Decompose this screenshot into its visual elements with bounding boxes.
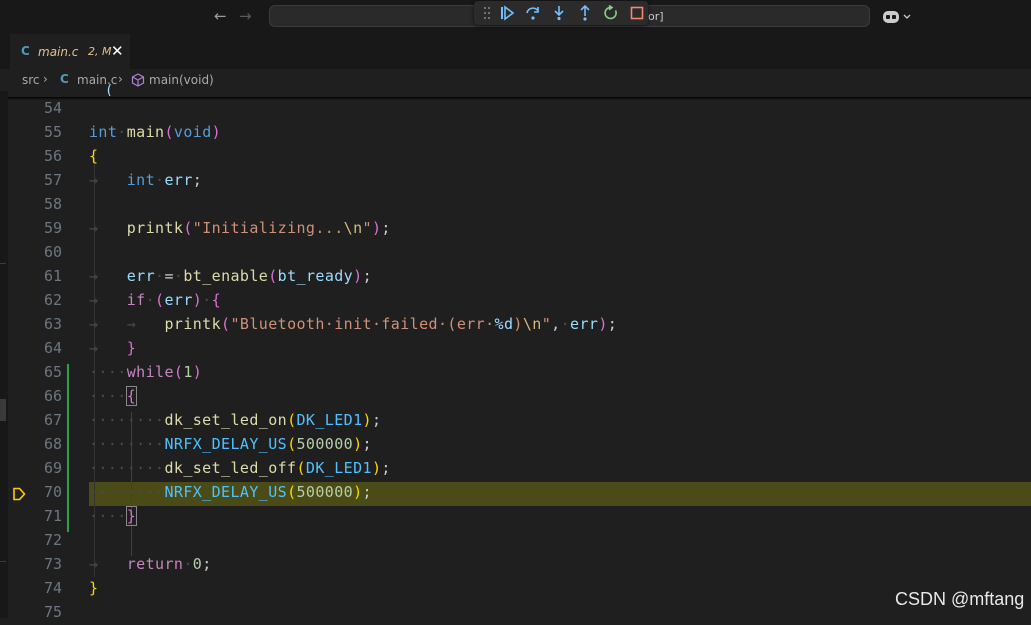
symbol-method-icon — [131, 73, 145, 87]
code-line[interactable]: 54 — [8, 97, 1031, 121]
code-text: ········dk_set_led_on(DK_LED1); — [89, 411, 382, 429]
chevron-right-icon: › — [118, 72, 123, 86]
code-text: → → printk("Bluetooth·init·failed·(err·%… — [89, 315, 618, 333]
code-line[interactable]: 75 — [8, 601, 1031, 625]
edge-mark — [0, 561, 6, 562]
line-number: 73 — [43, 555, 62, 573]
line-number: 58 — [43, 195, 62, 213]
code-line[interactable]: 57 → int·err; — [8, 169, 1031, 193]
back-arrow-icon[interactable]: ← — [214, 7, 227, 25]
breadcrumb: src › C main.c › main(void) — [0, 69, 1031, 91]
code-line[interactable]: 66 ····{ — [8, 385, 1031, 409]
code-text: ········dk_set_led_off(DK_LED1); — [89, 459, 391, 477]
line-number: 62 — [43, 291, 62, 309]
copilot-icon[interactable] — [882, 8, 914, 26]
line-number: 57 — [43, 171, 62, 189]
code-line[interactable]: 62 → if·(err)·{ — [8, 289, 1031, 313]
code-text: int·main(void) — [89, 123, 222, 141]
line-number: 60 — [43, 243, 62, 261]
line-number: 65 — [43, 363, 62, 381]
code-line[interactable]: 67 ········dk_set_led_on(DK_LED1); — [8, 409, 1031, 433]
code-text: ····{ — [89, 386, 138, 406]
code-line[interactable]: 71 ····} — [8, 505, 1031, 529]
code-line[interactable]: 73 → return·0; — [8, 553, 1031, 577]
code-text: { — [89, 147, 99, 165]
code-line[interactable]: 56 { — [8, 145, 1031, 169]
restart-icon[interactable] — [602, 4, 620, 22]
c-file-icon: C — [60, 72, 69, 86]
stop-icon[interactable] — [628, 4, 646, 22]
tab-bar: C main.c 2, M ✕ — [0, 34, 1031, 69]
chevron-right-icon: › — [43, 72, 48, 86]
line-number: 72 — [43, 531, 62, 549]
breadcrumb-symbol[interactable]: main(void) — [149, 73, 214, 87]
code-text: → return·0; — [89, 555, 212, 573]
line-number: 71 — [43, 507, 62, 525]
code-line[interactable]: 55 int·main(void) — [8, 121, 1031, 145]
code-line[interactable]: 74 } — [8, 577, 1031, 601]
breadcrumb-folder[interactable]: src — [22, 73, 40, 87]
forward-arrow-icon[interactable]: → — [239, 7, 252, 25]
step-into-icon[interactable] — [550, 4, 568, 22]
code-line[interactable]: 72 — [8, 529, 1031, 553]
continue-icon[interactable] — [498, 4, 516, 22]
drag-handle-icon[interactable] — [478, 4, 496, 22]
code-text: ····} — [89, 506, 138, 526]
code-line[interactable]: 58 — [8, 193, 1031, 217]
title-bar: ← → or] — [0, 0, 1031, 34]
code-text: → } — [89, 339, 137, 357]
code-line[interactable]: 64 → } — [8, 337, 1031, 361]
edge-mark — [0, 263, 6, 264]
watermark: CSDN @mftang — [895, 589, 1025, 609]
line-number: 69 — [43, 459, 62, 477]
code-line[interactable]: 69 ········dk_set_led_off(DK_LED1); — [8, 457, 1031, 481]
code-line[interactable]: 59 → printk("Initializing...\n"); — [8, 217, 1031, 241]
code-text: ········NRFX_DELAY_US(500000); — [89, 435, 372, 453]
code-line[interactable]: 68 ········NRFX_DELAY_US(500000); — [8, 433, 1031, 457]
line-number: 55 — [43, 123, 62, 141]
close-icon[interactable]: ✕ — [111, 42, 124, 60]
code-text: → if·(err)·{ — [89, 291, 222, 309]
command-center-text: or] — [648, 10, 664, 23]
code-text: → int·err; — [89, 171, 203, 189]
line-number: 63 — [43, 315, 62, 333]
line-number: 66 — [43, 387, 62, 405]
step-out-icon[interactable] — [576, 4, 594, 22]
step-over-icon[interactable] — [524, 4, 542, 22]
line-number: 61 — [43, 267, 62, 285]
code-text: → err·=·bt_enable(bt_ready); — [89, 267, 372, 285]
line-number: 67 — [43, 411, 62, 429]
code-line-current[interactable]: 70 ········NRFX_DELAY_US(500000); — [8, 481, 1031, 505]
code-line[interactable]: 60 — [8, 241, 1031, 265]
edge-block — [0, 399, 6, 421]
activity-edge — [0, 91, 8, 618]
code-text: → printk("Initializing...\n"); — [89, 219, 391, 237]
line-number: 68 — [43, 435, 62, 453]
tab-problem-status: 2, M — [88, 45, 112, 58]
debug-toolbar — [474, 1, 648, 25]
line-number: 59 — [43, 219, 62, 237]
code-line[interactable]: 61 → err·=·bt_enable(bt_ready); — [8, 265, 1031, 289]
tab-main-c[interactable]: C main.c 2, M ✕ — [10, 34, 130, 69]
line-number: 74 — [43, 579, 62, 597]
line-number: 70 — [43, 483, 62, 501]
code-text: ····while(1) — [89, 363, 203, 381]
code-text: ········NRFX_DELAY_US(500000); — [89, 483, 372, 501]
line-number: 64 — [43, 339, 62, 357]
tab-label: main.c — [38, 45, 79, 59]
c-file-icon: C — [21, 44, 30, 58]
sticky-scroll-fragment: _ ( — [88, 84, 114, 96]
line-number: 56 — [43, 147, 62, 165]
line-number: 54 — [43, 99, 62, 117]
code-line[interactable]: 63 → → printk("Bluetooth·init·failed·(er… — [8, 313, 1031, 337]
code-line[interactable]: 65 ····while(1) — [8, 361, 1031, 385]
code-editor[interactable]: 54 55 int·main(void) 56 { 57 → int·err; … — [8, 97, 1031, 621]
line-number: 75 — [43, 603, 62, 621]
code-text: } — [89, 579, 99, 597]
